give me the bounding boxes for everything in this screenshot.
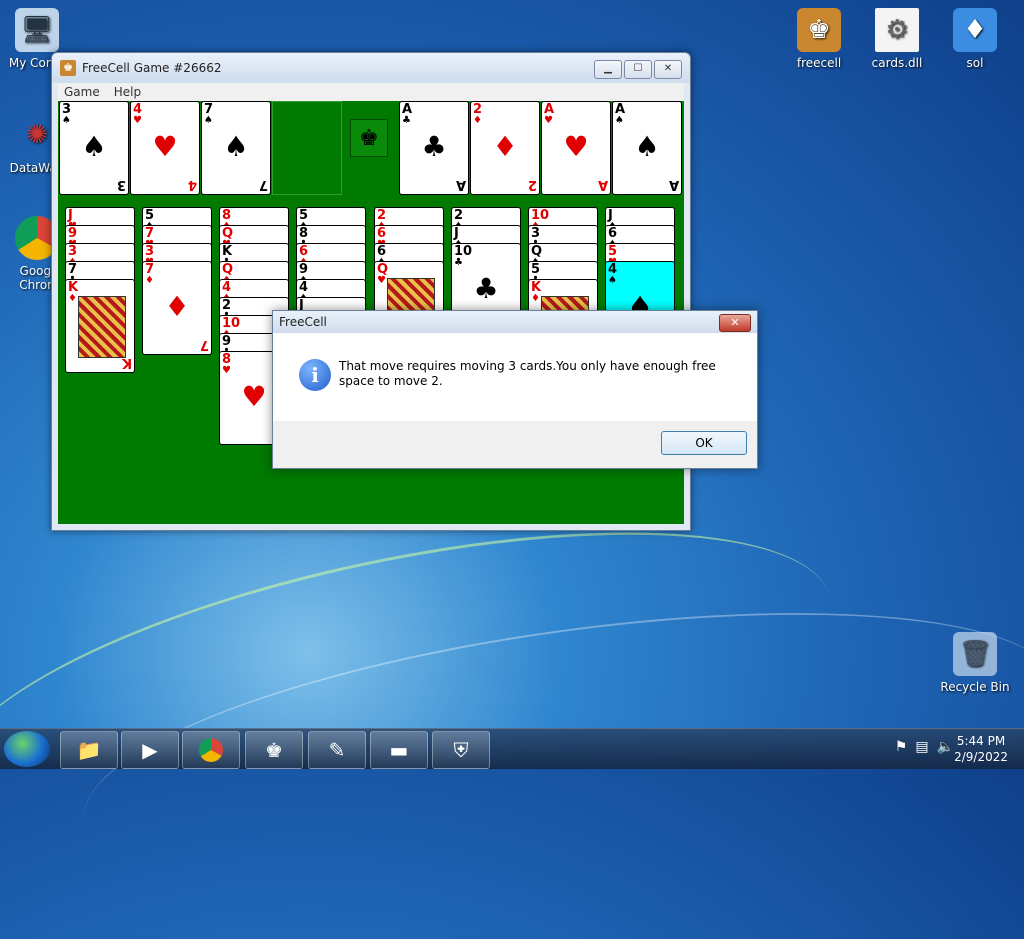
- card-center-suit: ♠: [81, 130, 107, 163]
- card-rank-bottom: A: [668, 177, 679, 192]
- desktop-icon-label: Recycle Bin: [940, 680, 1010, 694]
- dialog-close-button[interactable]: ✕: [719, 314, 751, 332]
- system-tray: ⚑ ▤ 🔈: [895, 739, 954, 755]
- card-suit: ♦: [531, 293, 540, 304]
- face-card-art: [78, 296, 126, 358]
- desktop-icon-label: freecell: [796, 56, 842, 70]
- clock-time: 5:44 PM: [956, 734, 1006, 748]
- menu-bar: Game Help: [58, 83, 684, 101]
- desktop-icon-label: cards.dll: [871, 56, 923, 70]
- dialog-message: That move requires moving 3 cards.You on…: [339, 359, 716, 388]
- free-cell-card[interactable]: 4 ♥ ♥ 4: [130, 101, 200, 195]
- card-suit: ♣: [402, 115, 411, 126]
- tableau-card[interactable]: K♦K: [65, 279, 135, 373]
- taskbar-network-button[interactable]: ⛨: [432, 731, 490, 769]
- clock-date: 2/9/2022: [954, 750, 1008, 764]
- taskbar: 📁 ▶ ♚ ✎ ▬ ⛨ ⚑ ▤ 🔈 5:44 PM 2/9/2022: [0, 728, 1024, 769]
- notepad-icon: ✎: [328, 738, 346, 762]
- card-suit: ♥: [133, 115, 142, 126]
- action-center-icon[interactable]: ⚑: [895, 739, 908, 755]
- network-tray-icon[interactable]: ▤: [915, 739, 928, 755]
- card-center-suit: ♥: [563, 130, 589, 163]
- media-player-icon: ▶: [142, 738, 158, 762]
- taskbar-notepad-button[interactable]: ✎: [308, 731, 366, 769]
- ok-button[interactable]: OK: [661, 431, 747, 455]
- recycle-bin-icon: 🗑: [953, 632, 997, 676]
- card-suit: ♦: [145, 275, 154, 286]
- minimize-button[interactable]: ▁: [594, 60, 622, 79]
- taskbar-freecell-button[interactable]: ♚: [245, 731, 303, 769]
- card-rank-bottom: A: [455, 177, 466, 192]
- foundation-card[interactable]: 2 ♦ ♦ 2: [470, 101, 540, 195]
- menu-help[interactable]: Help: [114, 85, 141, 99]
- card-suit: ♣: [454, 257, 463, 268]
- tableau-card[interactable]: 7 ♦ ♦ 7: [142, 261, 212, 355]
- foundation-card[interactable]: A ♥ ♥ A: [541, 101, 611, 195]
- dialog-titlebar[interactable]: FreeCell: [273, 311, 757, 333]
- maximize-button[interactable]: ☐: [624, 60, 652, 79]
- card-suit: ♥: [544, 115, 553, 126]
- desktop-icon-cards-dll[interactable]: ⚙ cards.dll: [860, 8, 934, 70]
- freecell-icon: ♚: [265, 738, 283, 762]
- freecell-icon: ♚: [797, 8, 841, 52]
- card-rank-bottom: 7: [258, 177, 268, 192]
- sol-icon: ♦: [953, 8, 997, 52]
- card-center-suit: ♦: [164, 290, 190, 323]
- free-cell-card[interactable]: 7 ♠ ♠ 7: [201, 101, 271, 195]
- king-face-icon: ♚: [350, 119, 388, 157]
- foundation-card[interactable]: A ♠ ♠ A: [612, 101, 682, 195]
- dialog-body: i That move requires moving 3 cards.You …: [273, 333, 757, 421]
- desktop-icon-recycle-bin[interactable]: 🗑 Recycle Bin: [938, 632, 1012, 694]
- card-center-suit: ♠: [634, 130, 660, 163]
- taskbar-cmd-button[interactable]: ▬: [370, 731, 428, 769]
- freecell-app-icon: ♚: [60, 60, 76, 76]
- card-center-suit: ♥: [152, 130, 178, 163]
- card-rank-bottom: 4: [187, 177, 197, 192]
- card-suit: ♥: [222, 365, 231, 376]
- card-suit: ♠: [615, 115, 624, 126]
- free-cell-card[interactable]: 3 ♠ ♠ 3: [59, 101, 129, 195]
- card-suit: ♥: [377, 275, 386, 286]
- start-button[interactable]: [4, 731, 50, 767]
- card-rank-bottom: 3: [116, 177, 126, 192]
- menu-game[interactable]: Game: [64, 85, 100, 99]
- card-suit: ♠: [204, 115, 213, 126]
- card-center-suit: ♣: [421, 130, 447, 163]
- card-center-suit: ♦: [492, 130, 518, 163]
- free-cell-empty[interactable]: [272, 101, 342, 195]
- window-titlebar[interactable]: ♚ FreeCell Game #26662 ▁ ☐ ✕: [52, 53, 690, 83]
- clock[interactable]: 5:44 PM 2/9/2022: [954, 733, 1008, 765]
- computer-icon: 🖥: [15, 8, 59, 52]
- card-suit: ♦: [68, 293, 77, 304]
- card-center-suit: ♠: [223, 130, 249, 163]
- volume-icon[interactable]: 🔈: [937, 739, 954, 755]
- card-suit: ♠: [62, 115, 71, 126]
- dll-file-icon: ⚙: [875, 8, 919, 52]
- desktop-icon-label: sol: [966, 56, 984, 70]
- taskbar-explorer-button[interactable]: 📁: [60, 731, 118, 769]
- window-title: FreeCell Game #26662: [82, 61, 222, 75]
- message-dialog: FreeCell ✕ i That move requires moving 3…: [272, 310, 758, 469]
- foundation-card[interactable]: A ♣ ♣ A: [399, 101, 469, 195]
- chrome-icon: [199, 738, 223, 762]
- card-center-suit: ♣: [473, 272, 499, 305]
- card-rank-bottom: K: [121, 355, 132, 370]
- card-rank-bottom: 7: [199, 337, 209, 352]
- card-rank-bottom: 2: [527, 177, 537, 192]
- close-button[interactable]: ✕: [654, 60, 682, 79]
- taskbar-chrome-button[interactable]: [182, 731, 240, 769]
- card-rank-bottom: A: [597, 177, 608, 192]
- network-icon: ⛨: [453, 738, 469, 762]
- card-suit: ♠: [608, 275, 617, 286]
- info-icon: i: [299, 359, 331, 391]
- explorer-icon: 📁: [76, 738, 102, 762]
- cmd-icon: ▬: [389, 738, 409, 762]
- card-suit: ♦: [473, 115, 482, 126]
- dialog-title: FreeCell: [279, 315, 327, 329]
- desktop-icon-freecell[interactable]: ♚ freecell: [782, 8, 856, 70]
- taskbar-media-player-button[interactable]: ▶: [121, 731, 179, 769]
- desktop-icon-sol[interactable]: ♦ sol: [938, 8, 1012, 70]
